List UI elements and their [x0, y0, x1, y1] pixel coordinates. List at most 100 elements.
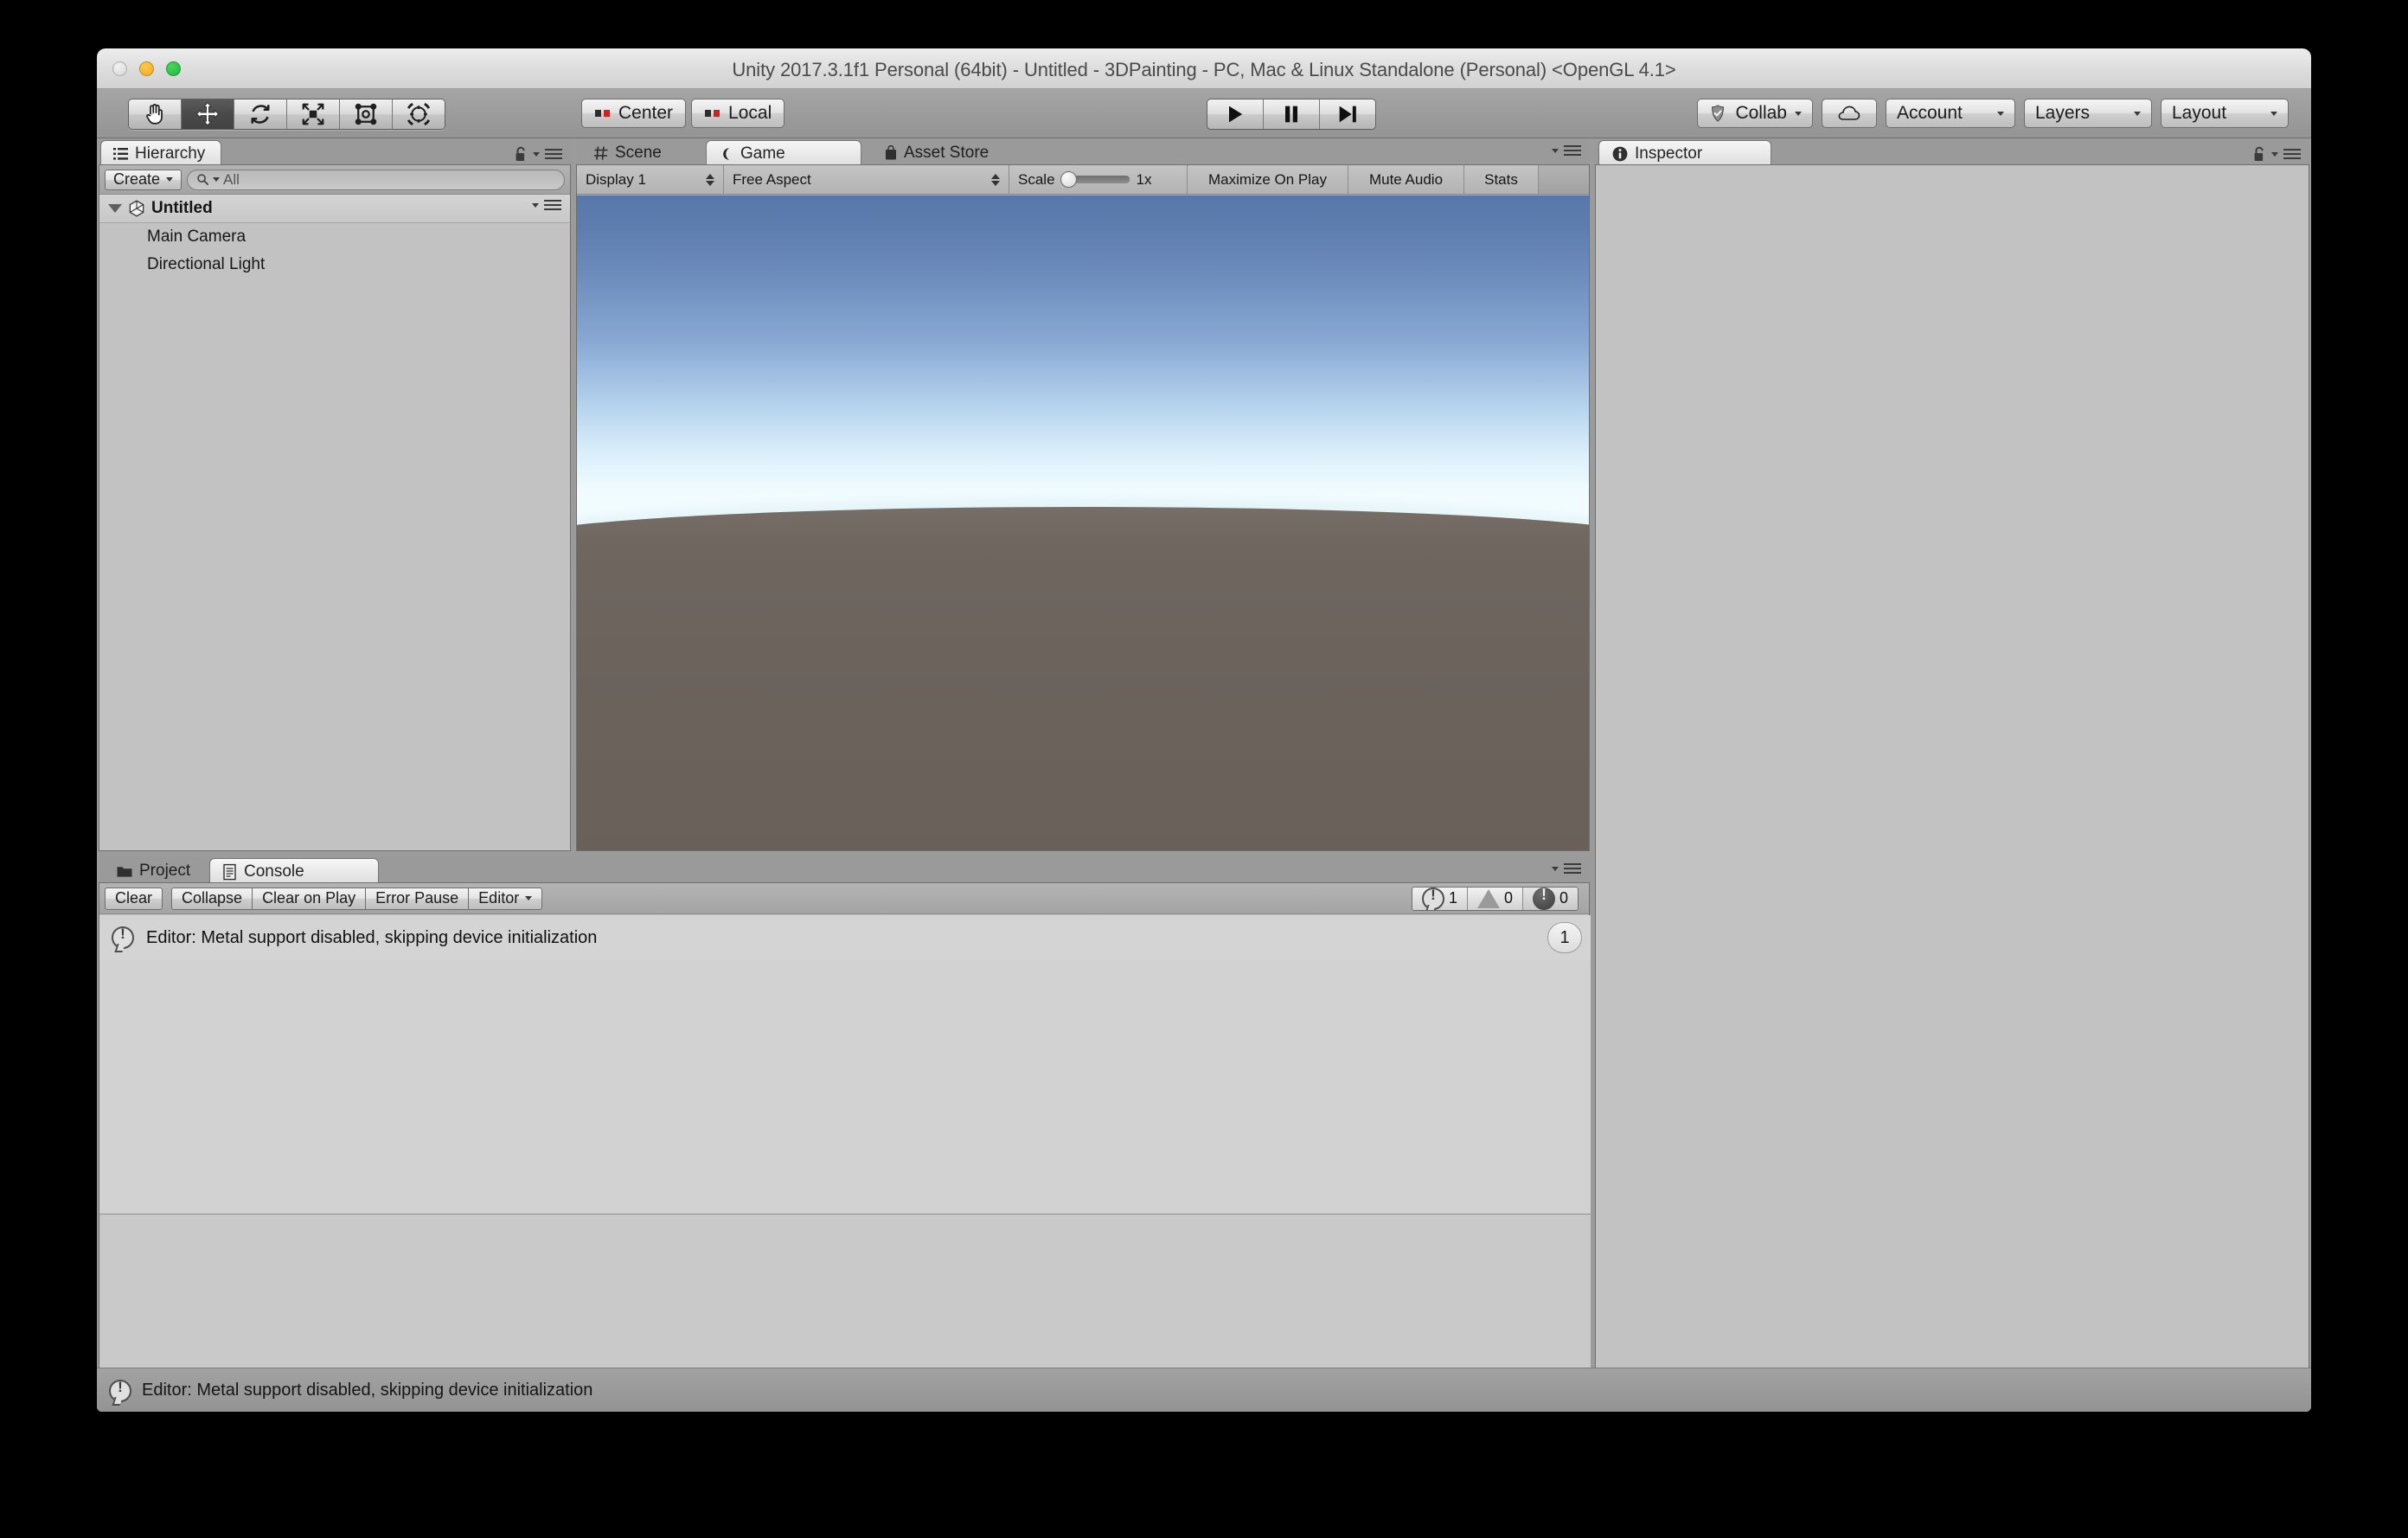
tab-scene[interactable]: Scene	[581, 140, 677, 166]
inspector-tabstrip: Inspector	[1595, 138, 2309, 166]
create-label: Create	[113, 170, 161, 188]
error-pause-toggle[interactable]: Error Pause	[366, 887, 470, 910]
chevron-down-icon	[1795, 111, 1802, 116]
collab-button[interactable]: Collab	[1697, 99, 1813, 128]
sceneview-tabstrip: Scene Game Asset Store	[576, 138, 1590, 166]
tab-game[interactable]: Game	[706, 140, 861, 166]
tab-scene-label: Scene	[615, 144, 662, 162]
main-toolbar: Center Local Collab Account Layers Layou…	[97, 89, 2311, 138]
chevron-down-icon	[1997, 111, 2004, 116]
status-bar[interactable]: Editor: Metal support disabled, skipping…	[97, 1368, 2311, 1412]
lock-icon[interactable]	[2252, 145, 2266, 163]
lock-icon[interactable]	[514, 145, 528, 163]
console-list-icon	[223, 863, 236, 880]
pivot-mode-button[interactable]: Center	[581, 99, 687, 128]
display-label: Display 1	[586, 170, 646, 188]
gameview-toolbar: Display 1 Free Aspect Scale 1x Maximize …	[577, 165, 1589, 195]
console-counters: 1 0 0	[1411, 886, 1579, 911]
console-toolbar: Clear Collapse Clear on Play Error Pause	[99, 883, 1589, 914]
info-icon	[112, 926, 134, 949]
scale-knob[interactable]	[1060, 171, 1077, 188]
window-titlebar: Unity 2017.3.1f1 Personal (64bit) - Unti…	[97, 48, 2311, 89]
skybox-gradient	[577, 195, 1589, 537]
tab-console[interactable]: Console	[209, 858, 379, 884]
gameview-panel-menu	[1552, 145, 1581, 156]
layout-label: Layout	[2172, 103, 2227, 123]
cloud-icon	[1838, 106, 1860, 120]
stats-toggle[interactable]: Stats	[1464, 165, 1539, 194]
transform-tool-button[interactable]	[393, 99, 445, 129]
hierarchy-search-input[interactable]: All	[187, 169, 565, 190]
chevron-down-icon	[532, 202, 539, 208]
collapse-toggle[interactable]: Collapse	[171, 887, 253, 910]
layers-button[interactable]: Layers	[2024, 99, 2152, 128]
scene-row-menu[interactable]	[532, 200, 561, 210]
panel-options-icon[interactable]	[1564, 863, 1581, 874]
layers-label: Layers	[2035, 103, 2091, 123]
panel-options-icon[interactable]	[2283, 149, 2301, 159]
clear-button[interactable]: Clear	[105, 887, 163, 910]
cloud-button[interactable]	[1822, 99, 1877, 128]
tab-project[interactable]: Project	[104, 858, 206, 884]
search-filter-chevron-icon[interactable]	[213, 177, 221, 182]
rotate-tool-button[interactable]	[234, 99, 287, 129]
move-tool-button[interactable]	[182, 99, 234, 129]
search-icon	[197, 174, 208, 185]
error-counter[interactable]: 0	[1522, 887, 1578, 910]
panel-options-icon[interactable]	[545, 149, 562, 159]
panel-options-icon[interactable]	[1564, 145, 1581, 156]
chevron-down-icon	[2270, 111, 2277, 116]
tab-inspector[interactable]: Inspector	[1598, 140, 1771, 166]
display-dropdown[interactable]: Display 1	[577, 165, 724, 194]
scene-root-row[interactable]: Untitled	[99, 195, 570, 223]
inspector-panel: Inspector	[1595, 138, 2309, 1412]
expand-triangle-icon[interactable]	[108, 204, 122, 213]
tab-asset-store[interactable]: Asset Store	[872, 140, 1004, 166]
console-message-text: Editor: Metal support disabled, skipping…	[146, 927, 598, 947]
stats-label: Stats	[1484, 170, 1518, 188]
console-filter-dropdown[interactable]: Editor	[469, 887, 543, 910]
aspect-label: Free Aspect	[733, 170, 811, 188]
collab-label: Collab	[1735, 103, 1787, 123]
clear-on-play-toggle[interactable]: Clear on Play	[253, 887, 367, 910]
scene-options-icon[interactable]	[544, 200, 561, 210]
rect-tool-button[interactable]	[340, 99, 393, 129]
maximize-on-play-toggle[interactable]: Maximize On Play	[1188, 165, 1348, 194]
layout-button[interactable]: Layout	[2161, 99, 2289, 128]
scale-tool-button[interactable]	[287, 99, 340, 129]
play-button[interactable]	[1207, 99, 1264, 129]
hand-tool-button[interactable]	[129, 99, 182, 129]
step-button[interactable]	[1320, 99, 1375, 129]
hierarchy-panel-menu	[514, 145, 562, 163]
tab-inspector-label: Inspector	[1635, 144, 1703, 163]
info-counter[interactable]: 1	[1412, 887, 1468, 910]
scale-slider[interactable]: Scale 1x	[1009, 165, 1188, 194]
mute-audio-toggle[interactable]: Mute Audio	[1348, 165, 1464, 194]
tab-hierarchy[interactable]: Hierarchy	[100, 140, 222, 166]
account-button[interactable]: Account	[1886, 99, 2015, 128]
tab-game-label: Game	[740, 144, 785, 163]
console-panel-menu	[1552, 863, 1581, 874]
scale-track[interactable]	[1060, 171, 1130, 188]
game-render-canvas[interactable]	[577, 195, 1589, 850]
collab-shield-icon	[1712, 105, 1725, 122]
scene-name: Untitled	[151, 199, 213, 217]
hierarchy-item-main-camera[interactable]: Main Camera	[99, 223, 570, 251]
unity-editor: Center Local Collab Account Layers Layou…	[97, 89, 2311, 1412]
status-bar-text: Editor: Metal support disabled, skipping…	[142, 1381, 593, 1400]
hierarchy-item-directional-light[interactable]: Directional Light	[99, 251, 570, 279]
create-button[interactable]: Create	[105, 169, 183, 190]
step-icon	[1339, 106, 1356, 123]
collapse-label: Collapse	[182, 889, 243, 907]
pause-button[interactable]	[1264, 99, 1320, 129]
hierarchy-icon	[113, 147, 128, 160]
aspect-dropdown[interactable]: Free Aspect	[724, 165, 1009, 194]
pivot-rotation-button[interactable]: Local	[691, 99, 785, 128]
hierarchy-toolbar: Create All	[99, 165, 570, 195]
console-message-count: 1	[1547, 922, 1582, 953]
pause-icon	[1285, 106, 1297, 123]
console-message-row[interactable]: Editor: Metal support disabled, skipping…	[99, 915, 1591, 960]
warning-counter[interactable]: 0	[1467, 887, 1523, 910]
scale-value: 1x	[1136, 170, 1152, 188]
tab-console-label: Console	[244, 862, 304, 881]
